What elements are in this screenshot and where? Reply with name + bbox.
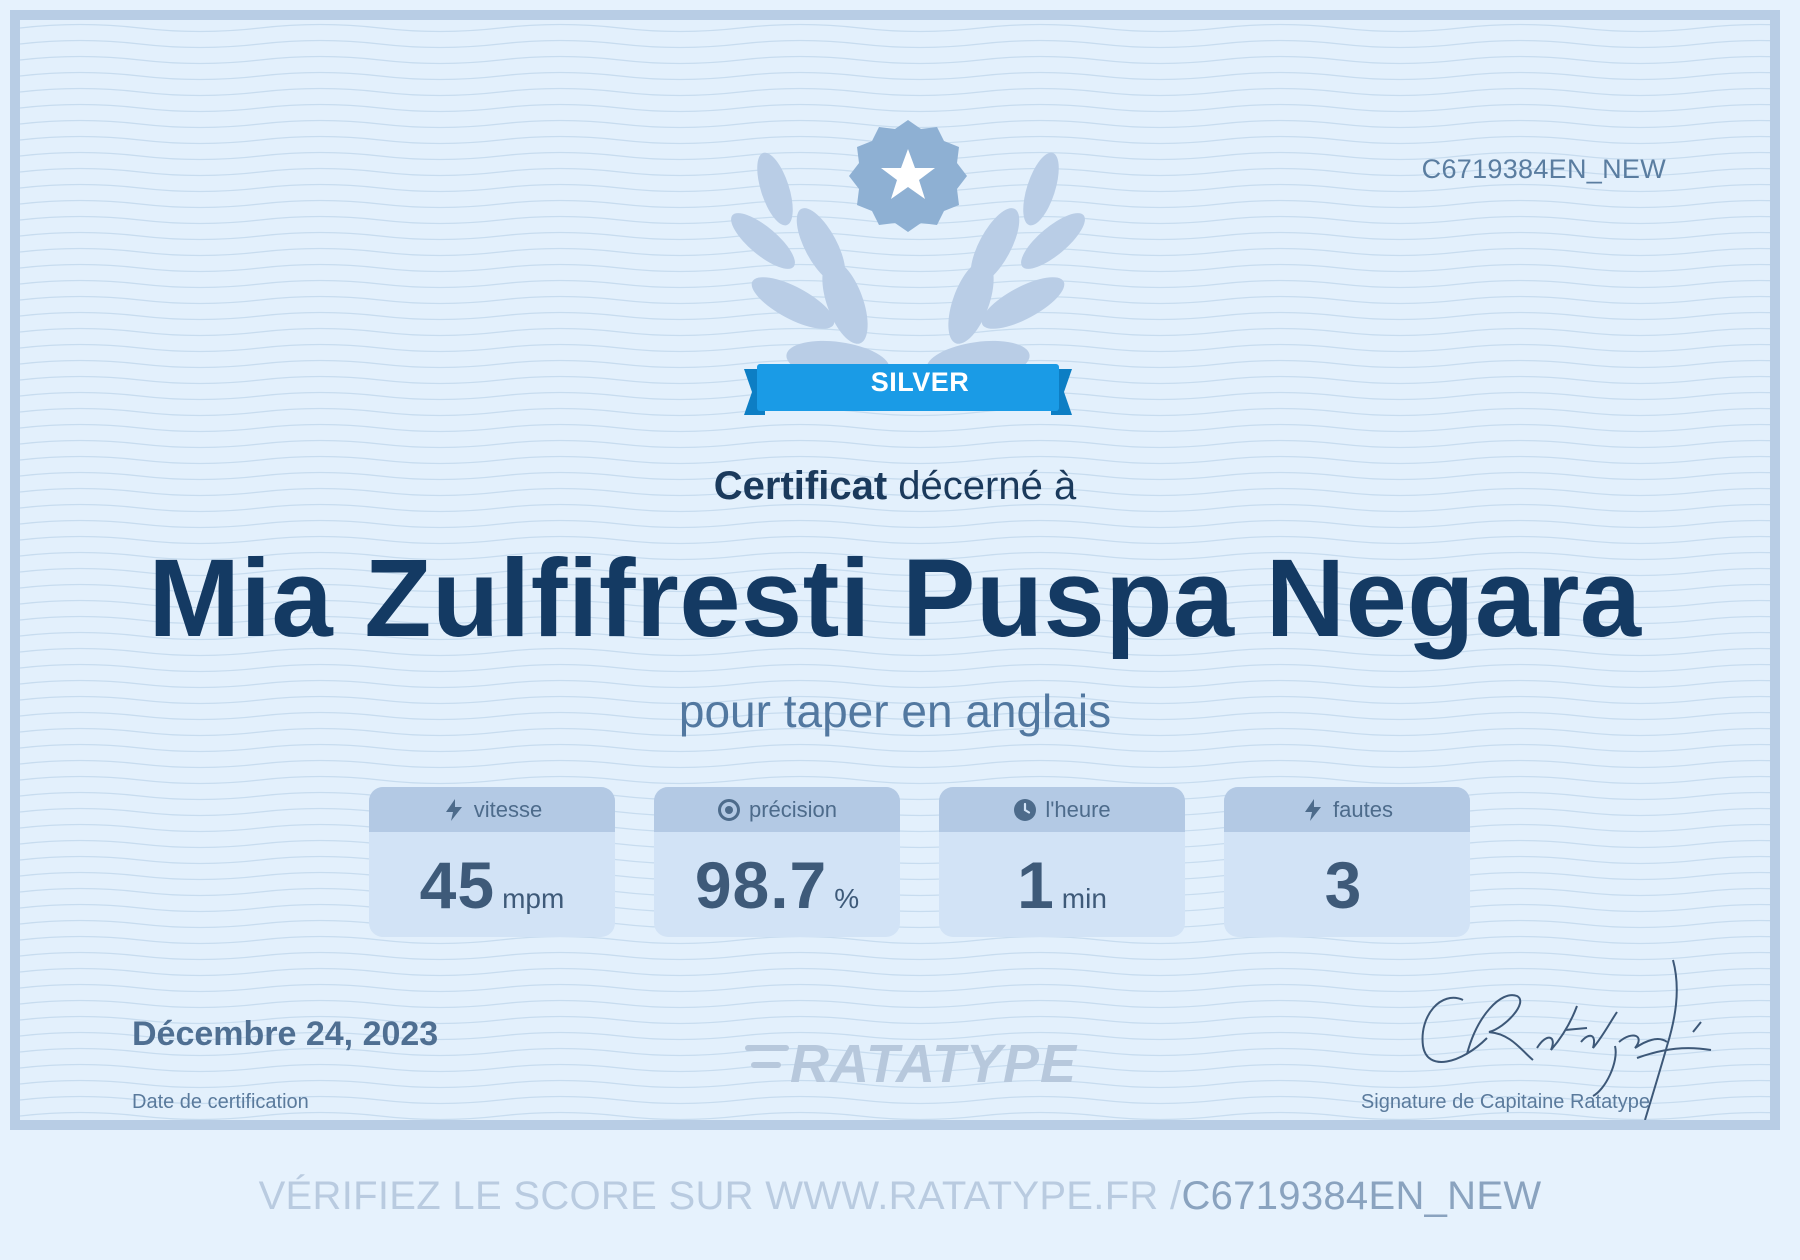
- stat-value: 3: [1324, 847, 1363, 922]
- stat-body: 98.7 %: [654, 832, 900, 937]
- certification-date: Décembre 24, 2023: [132, 1015, 439, 1053]
- stat-header: fautes: [1224, 787, 1470, 832]
- verify-url-text: VÉRIFIEZ LE SCORE SUR WWW.RATATYPE.FR /: [258, 1174, 1182, 1218]
- clock-icon: [1014, 798, 1037, 821]
- stat-header: l'heure: [939, 787, 1185, 832]
- certification-date-label: Date de certification: [132, 1091, 309, 1113]
- logo-wordmark: RATATYPE: [790, 1034, 1077, 1094]
- stat-label: l'heure: [1045, 796, 1111, 822]
- stat-value: 98.7: [694, 847, 828, 922]
- stat-value: 45: [419, 847, 496, 922]
- stat-body: 1 min: [939, 832, 1185, 937]
- recipient-name: Mia Zulfifresti Puspa Negara: [148, 537, 1642, 660]
- stat-unit: min: [1061, 883, 1107, 914]
- stat-card-speed: vitesse 45 mpm: [369, 787, 615, 937]
- stats-row: vitesse 45 mpm précision 98.7 % l'heure: [369, 787, 1472, 937]
- verify-code: C6719384EN_NEW: [1181, 1174, 1542, 1218]
- stat-body: 3: [1224, 832, 1470, 937]
- stat-value: 1: [1017, 847, 1055, 922]
- medal-icon: [849, 120, 967, 232]
- stat-card-errors: fautes 3: [1224, 787, 1470, 937]
- stat-header: vitesse: [369, 787, 615, 832]
- logo-speed-line: [751, 1062, 781, 1068]
- certificate-frame: C6719384EN_NEW SILVER Certificat décerné…: [10, 10, 1780, 1130]
- silver-badge: SILVER: [870, 367, 970, 397]
- certificate-subtitle: pour taper en anglais: [678, 685, 1112, 737]
- stat-card-accuracy: précision 98.7 %: [654, 787, 900, 937]
- stat-label: vitesse: [473, 796, 543, 822]
- stat-label: précision: [748, 796, 838, 822]
- verify-score-link[interactable]: VÉRIFIEZ LE SCORE SUR WWW.RATATYPE.FR /C…: [0, 1174, 1800, 1219]
- signature-label: Signature de Capitaine Ratatype: [1360, 1091, 1650, 1113]
- certificate-id: C6719384EN_NEW: [1421, 154, 1666, 184]
- awarded-heading: Certificat décerné à: [20, 464, 1770, 509]
- certificate-word: Certificat: [713, 464, 888, 508]
- stat-header: précision: [654, 787, 900, 832]
- logo-speed-line: [745, 1045, 789, 1051]
- ratatype-logo: RATATYPE: [745, 1035, 1095, 1093]
- target-icon: [717, 798, 740, 821]
- awarded-to-text: décerné à: [887, 464, 1077, 508]
- lightning-icon: [445, 798, 462, 821]
- stat-label: fautes: [1333, 796, 1393, 822]
- stat-unit: %: [834, 883, 860, 914]
- stat-unit: mpm: [502, 883, 565, 914]
- lightning-icon: [1305, 798, 1322, 821]
- stat-card-time: l'heure 1 min: [939, 787, 1185, 937]
- stat-body: 45 mpm: [369, 832, 615, 937]
